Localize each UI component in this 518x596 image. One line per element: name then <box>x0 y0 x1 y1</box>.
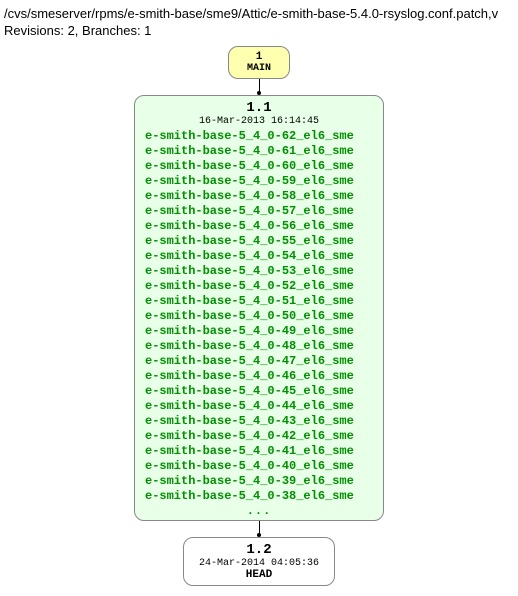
tag-item: e-smith-base-5_4_0-60_el6_sme <box>145 159 373 174</box>
tag-item: e-smith-base-5_4_0-53_el6_sme <box>145 264 373 279</box>
tag-item: e-smith-base-5_4_0-39_el6_sme <box>145 474 373 489</box>
tag-item: e-smith-base-5_4_0-61_el6_sme <box>145 144 373 159</box>
header: /cvs/smeserver/rpms/e-smith-base/sme9/At… <box>0 0 518 40</box>
revision-stats: Revisions: 2, Branches: 1 <box>4 23 514 38</box>
tag-item: e-smith-base-5_4_0-44_el6_sme <box>145 399 373 414</box>
revision-number: 1.2 <box>184 542 334 558</box>
tag-item: e-smith-base-5_4_0-48_el6_sme <box>145 339 373 354</box>
tag-item: e-smith-base-5_4_0-49_el6_sme <box>145 324 373 339</box>
tag-item: e-smith-base-5_4_0-40_el6_sme <box>145 459 373 474</box>
tag-item: e-smith-base-5_4_0-50_el6_sme <box>145 309 373 324</box>
file-path: /cvs/smeserver/rpms/e-smith-base/sme9/At… <box>4 6 514 21</box>
tag-item: e-smith-base-5_4_0-62_el6_sme <box>145 129 373 144</box>
tag-item: e-smith-base-5_4_0-52_el6_sme <box>145 279 373 294</box>
tag-item: e-smith-base-5_4_0-42_el6_sme <box>145 429 373 444</box>
revision-date: 16-Mar-2013 16:14:45 <box>135 116 383 127</box>
tag-item: e-smith-base-5_4_0-47_el6_sme <box>145 354 373 369</box>
tag-item: e-smith-base-5_4_0-45_el6_sme <box>145 384 373 399</box>
tag-item: e-smith-base-5_4_0-58_el6_sme <box>145 189 373 204</box>
revision-number: 1.1 <box>135 100 383 116</box>
tag-item: e-smith-base-5_4_0-41_el6_sme <box>145 444 373 459</box>
revision-graph: 1 MAIN 1.1 16-Mar-2013 16:14:45 e-smith-… <box>0 40 518 596</box>
tag-item: e-smith-base-5_4_0-51_el6_sme <box>145 294 373 309</box>
tag-item: e-smith-base-5_4_0-56_el6_sme <box>145 219 373 234</box>
tag-item: e-smith-base-5_4_0-43_el6_sme <box>145 414 373 429</box>
revision-node-1-1[interactable]: 1.1 16-Mar-2013 16:14:45 e-smith-base-5_… <box>134 95 384 521</box>
head-label: HEAD <box>184 569 334 581</box>
tag-item: e-smith-base-5_4_0-55_el6_sme <box>145 234 373 249</box>
tag-item: e-smith-base-5_4_0-38_el6_sme <box>145 489 373 504</box>
tag-item: e-smith-base-5_4_0-46_el6_sme <box>145 369 373 384</box>
tag-ellipsis: ... <box>135 504 383 518</box>
tag-item: e-smith-base-5_4_0-59_el6_sme <box>145 174 373 189</box>
revision-date: 24-Mar-2014 04:05:36 <box>184 558 334 569</box>
branch-number: 1 <box>235 51 283 63</box>
branch-label: MAIN <box>235 63 283 74</box>
tag-list: e-smith-base-5_4_0-62_el6_sme e-smith-ba… <box>135 129 383 504</box>
tag-item: e-smith-base-5_4_0-57_el6_sme <box>145 204 373 219</box>
branch-node-main[interactable]: 1 MAIN <box>228 46 290 79</box>
tag-item: e-smith-base-5_4_0-54_el6_sme <box>145 249 373 264</box>
revision-node-1-2[interactable]: 1.2 24-Mar-2014 04:05:36 HEAD <box>183 537 335 586</box>
